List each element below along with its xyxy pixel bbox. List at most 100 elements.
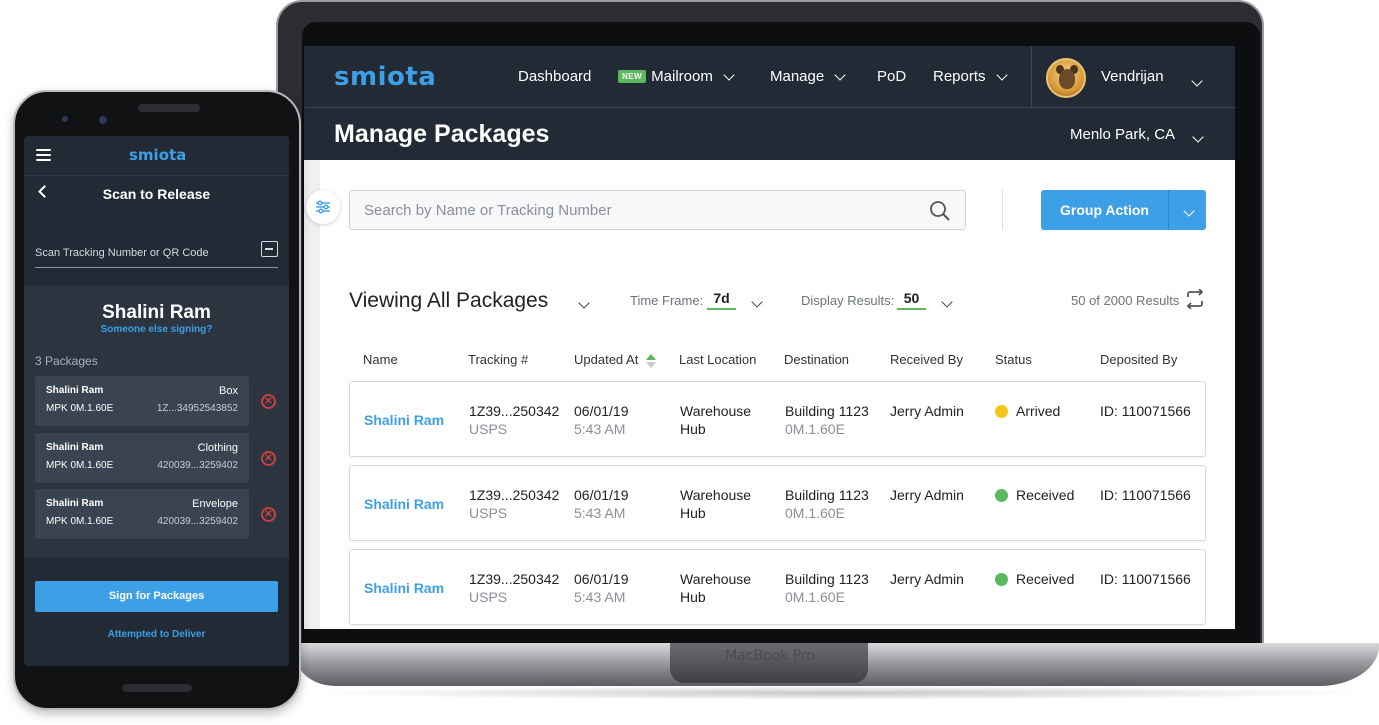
package-code: MPK 0M.1.60E [46,403,114,414]
updated-date: 06/01/19 [574,487,629,503]
tracking-number: 1Z39...250342 [469,403,560,419]
destination: Building 1123 [785,571,869,587]
nav-mailroom[interactable]: NEW Mailroom [618,68,735,85]
package-card[interactable]: Shalini Ram Envelope MPK 0M.1.60E 420039… [35,489,249,539]
chevron-down-icon[interactable] [1190,128,1204,146]
avatar-face [1059,69,1075,89]
status-dot [995,489,1008,502]
group-action-button[interactable]: Group Action [1041,190,1206,230]
chevron-down-icon[interactable] [749,293,763,311]
location-selector[interactable]: Menlo Park, CA [1070,126,1175,143]
nav-manage[interactable]: Manage [770,68,846,85]
chevron-down-icon[interactable] [939,293,953,311]
col-header-destination[interactable]: Destination [784,352,849,367]
phone-speaker [138,104,200,112]
group-action-label: Group Action [1060,202,1149,218]
tracking-cell: 1Z39...250342 USPS [469,486,559,522]
package-card[interactable]: Shalini Ram Clothing MPK 0M.1.60E 420039… [35,433,249,483]
nav-mailroom-label: Mailroom [651,68,713,85]
nav-dashboard[interactable]: Dashboard [518,68,591,85]
display-results-select[interactable]: 50 [897,290,926,310]
table-row[interactable]: Shalini Ram 1Z39...250342 USPS 06/01/19 5:… [349,549,1206,625]
view-selector[interactable]: Viewing All Packages [349,289,548,313]
attempted-to-deliver-link[interactable]: Attempted to Deliver [24,629,289,640]
nav-manage-label: Manage [770,68,825,85]
remove-icon[interactable]: ✕ [261,451,276,466]
remove-icon[interactable]: ✕ [261,394,276,409]
status-cell: Arrived [995,402,1060,420]
macbook-label: MacBook Pro [725,648,815,664]
avatar[interactable] [1046,58,1086,98]
destination-cell: Building 1123 0M.1.60E [785,486,869,522]
recipient-link[interactable]: Shalini Ram [364,495,444,513]
status-label: Received [1016,571,1075,587]
carrier: USPS [469,505,508,521]
nav-divider [1031,46,1032,108]
app-logo[interactable]: smiota [334,62,436,92]
carrier: USPS [469,421,508,437]
destination-code: 0M.1.60E [785,505,845,521]
chevron-down-icon[interactable] [576,294,590,312]
recipient-link[interactable]: Shalini Ram [364,411,444,429]
location-line1: Warehouse [680,487,752,503]
user-name[interactable]: Vendrijan [1101,68,1164,85]
package-tracking: 420039...3259402 [157,516,238,527]
laptop-shadow [300,686,1379,700]
hamburger-menu-icon[interactable] [36,149,51,161]
release-panel: Shalini Ram Someone else signing? 3 Pack… [24,286,289,558]
phone-sensor [62,116,68,122]
package-type: Envelope [192,498,238,510]
location-cell: Warehouse Hub [680,486,751,522]
updated-date: 06/01/19 [574,403,629,419]
deposited-by: ID: 110071566 [1100,571,1191,587]
nav-pod[interactable]: PoD [877,68,906,85]
chevron-down-icon [723,68,735,81]
page-header: Manage Packages Menlo Park, CA [304,108,1235,160]
chevron-down-icon [995,68,1008,81]
status-dot [995,405,1008,418]
package-type: Box [219,385,238,397]
chevron-down-icon[interactable] [1181,202,1195,218]
location-line1: Warehouse [680,403,752,419]
location-cell: Warehouse Hub [680,570,751,606]
someone-else-link[interactable]: Someone else signing? [24,324,289,335]
col-header-tracking[interactable]: Tracking # [468,352,528,367]
col-header-last-location[interactable]: Last Location [679,352,756,367]
destination-code: 0M.1.60E [785,421,845,437]
destination-code: 0M.1.60E [785,589,845,605]
refresh-icon[interactable] [1184,289,1206,309]
search-input[interactable] [350,191,920,229]
device-mockup-stage: MacBook Pro smiota Dashboard NEW Mailroo… [0,0,1379,725]
time-frame-select[interactable]: 7d [707,290,736,310]
barcode-scan-icon[interactable] [261,241,278,257]
remove-icon[interactable]: ✕ [261,507,276,522]
scan-field[interactable]: Scan Tracking Number or QR Code [35,240,278,268]
destination-cell: Building 1123 0M.1.60E [785,402,869,438]
page-title: Manage Packages [334,120,550,148]
destination-cell: Building 1123 0M.1.60E [785,570,869,606]
location-line2: Hub [680,505,706,521]
received-by: Jerry Admin [890,487,964,503]
filter-button[interactable] [306,190,340,224]
col-header-name[interactable]: Name [363,352,398,367]
location-line1: Warehouse [680,571,752,587]
nav-reports[interactable]: Reports [933,68,1008,85]
recipient-link[interactable]: Shalini Ram [364,579,444,597]
location-cell: Warehouse Hub [680,402,751,438]
time-frame-label: Time Frame: [630,293,704,308]
received-by: Jerry Admin [890,571,964,587]
col-header-received-by[interactable]: Received By [890,352,963,367]
col-header-updated-label: Updated At [574,352,639,367]
package-card[interactable]: Shalini Ram Box MPK 0M.1.60E 1Z...349525… [35,376,249,426]
col-header-deposited-by[interactable]: Deposited By [1100,352,1177,367]
user-menu-chevron-icon[interactable] [1189,72,1203,90]
package-tracking: 1Z...34952543852 [156,403,238,414]
table-row[interactable]: Shalini Ram 1Z39...250342 USPS 06/01/19 5:… [349,381,1206,457]
col-header-updated[interactable]: Updated At [574,352,656,368]
package-recipient: Shalini Ram [46,442,104,453]
new-badge: NEW [618,70,647,83]
col-header-status[interactable]: Status [995,352,1032,367]
sign-for-packages-button[interactable]: Sign for Packages [35,581,278,612]
destination: Building 1123 [785,403,869,419]
table-row[interactable]: Shalini Ram 1Z39...250342 USPS 06/01/19 5:… [349,465,1206,541]
